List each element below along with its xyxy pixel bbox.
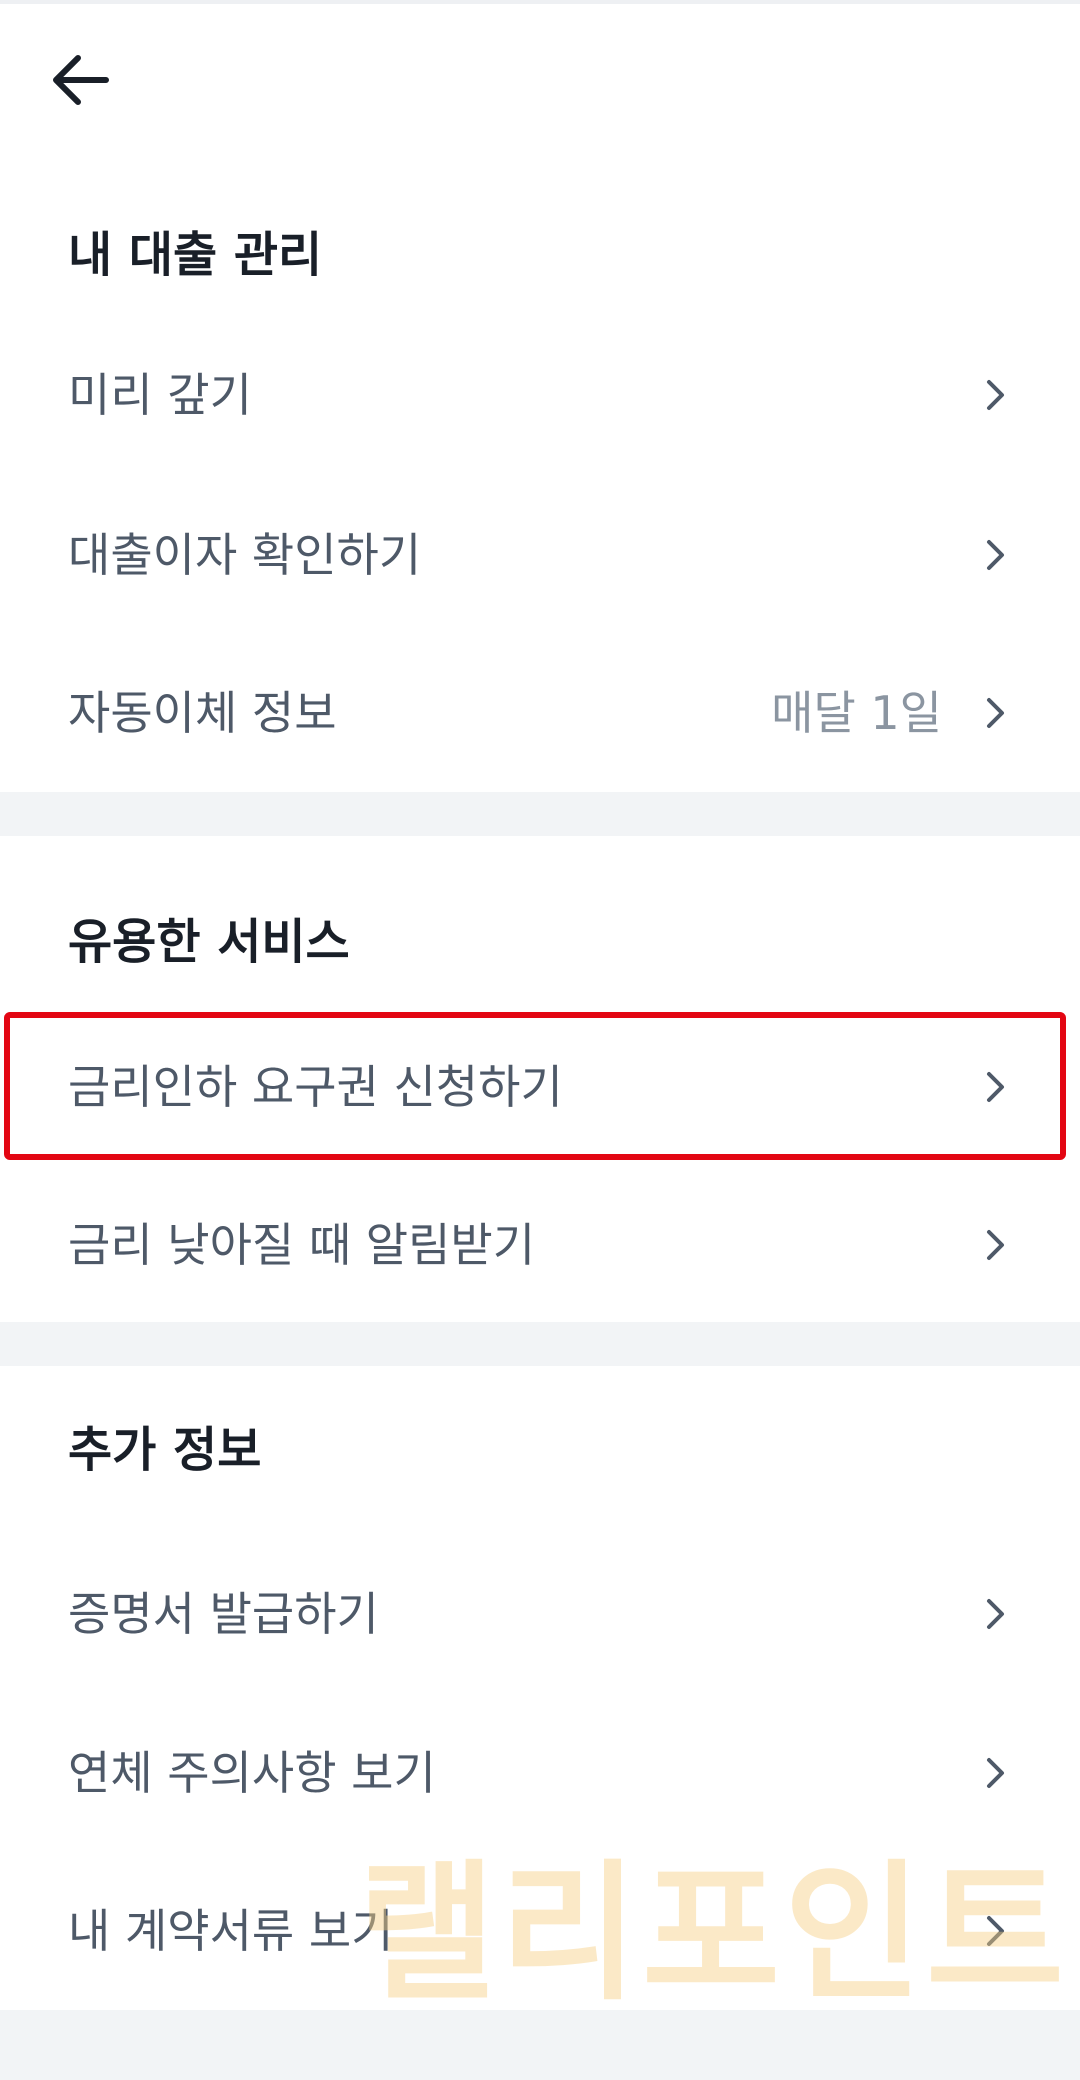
- section-my-loan-management: 내 대출 관리 미리 갚기 대출이자 확인하기 자동이체 정보 매달 1일: [0, 200, 1080, 792]
- menu-item-label: 자동이체 정보: [68, 686, 337, 740]
- screen: 내 대출 관리 미리 갚기 대출이자 확인하기 자동이체 정보 매달 1일 유용…: [0, 0, 1080, 2080]
- menu-item-overdue-notice[interactable]: 연체 주의사항 보기: [0, 1698, 1080, 1848]
- highlight-box: [4, 1012, 1066, 1160]
- back-button[interactable]: [40, 40, 120, 120]
- menu-item-check-interest[interactable]: 대출이자 확인하기: [0, 480, 1080, 630]
- menu-item-issue-certificate[interactable]: 증명서 발급하기: [0, 1539, 1080, 1689]
- menu-item-label: 증명서 발급하기: [68, 1587, 379, 1641]
- menu-item-label: 미리 갚기: [68, 368, 252, 422]
- bottom-divider: [0, 2010, 1080, 2080]
- chevron-right-icon: [987, 380, 1004, 410]
- chevron-right-icon: [987, 1916, 1004, 1946]
- chevron-right-icon: [987, 1599, 1004, 1629]
- section-divider: [0, 792, 1080, 836]
- chevron-right-icon: [987, 698, 1004, 728]
- arrow-left-icon: [53, 55, 109, 105]
- menu-item-label: 연체 주의사항 보기: [68, 1746, 436, 1800]
- top-divider: [0, 0, 1080, 4]
- section-divider: [0, 1322, 1080, 1366]
- auto-transfer-value: 매달 1일: [771, 686, 942, 740]
- menu-item-auto-transfer[interactable]: 자동이체 정보 매달 1일: [0, 638, 1080, 788]
- section-title: 유용한 서비스: [68, 914, 350, 970]
- section-title: 추가 정보: [68, 1422, 262, 1478]
- menu-item-label: 대출이자 확인하기: [68, 528, 422, 582]
- section-title: 내 대출 관리: [68, 227, 323, 283]
- chevron-right-icon: [987, 540, 1004, 570]
- menu-item-contract-documents[interactable]: 내 계약서류 보기: [0, 1856, 1080, 2006]
- menu-item-prepay[interactable]: 미리 갚기: [0, 320, 1080, 470]
- menu-item-label: 금리 낮아질 때 알림받기: [68, 1218, 536, 1272]
- section-additional-info: 추가 정보 증명서 발급하기 연체 주의사항 보기 내 계약서류 보기: [0, 1366, 1080, 2010]
- chevron-right-icon: [987, 1758, 1004, 1788]
- chevron-right-icon: [987, 1230, 1004, 1260]
- menu-item-rate-drop-alert[interactable]: 금리 낮아질 때 알림받기: [0, 1170, 1080, 1320]
- menu-item-label: 내 계약서류 보기: [68, 1904, 394, 1958]
